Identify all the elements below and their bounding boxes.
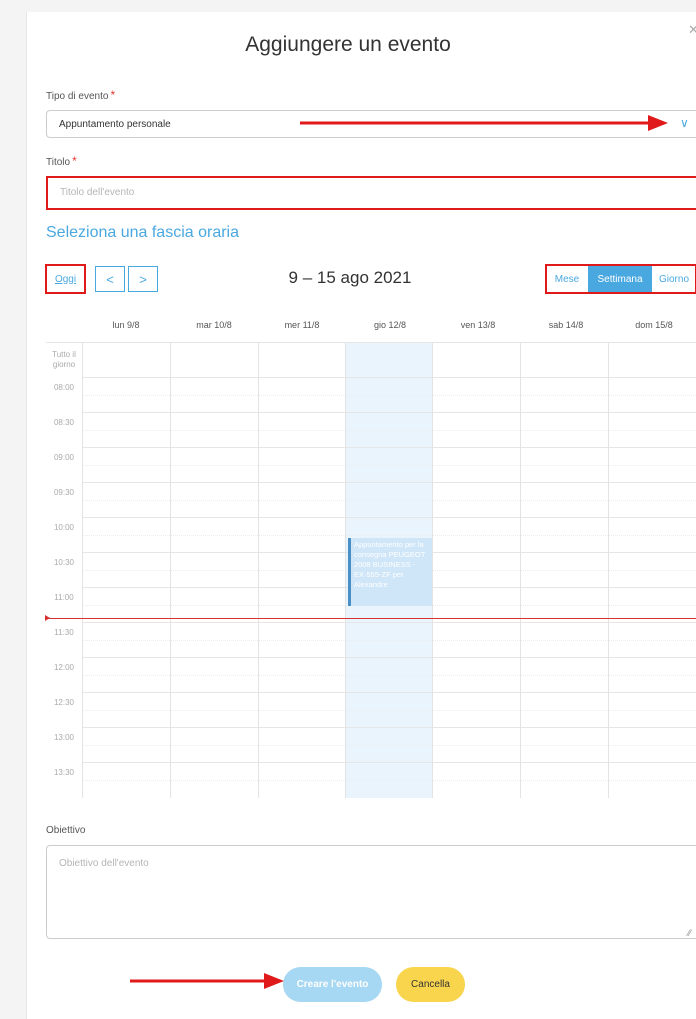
- date-range: 9 – 15 ago 2021: [288, 268, 412, 287]
- time-label: 12:00: [53, 663, 75, 672]
- time-label: 09:30: [53, 488, 75, 497]
- goal-placeholder: Obiettivo dell'evento: [59, 858, 149, 869]
- close-icon[interactable]: ✕: [688, 22, 696, 38]
- column-line: [432, 343, 433, 798]
- grid-line: [82, 675, 696, 676]
- grid-line: [82, 430, 696, 431]
- title-label-text: Titolo: [46, 157, 71, 168]
- grid-line: [82, 780, 696, 781]
- prev-week-button[interactable]: <: [95, 266, 125, 292]
- grid-line: [82, 517, 696, 518]
- time-label: 10:30: [53, 558, 75, 567]
- time-label: 10:00: [53, 523, 75, 532]
- time-label: 11:00: [54, 593, 74, 602]
- calendar-event[interactable]: Appuntamento per la consegna PEUGEOT 200…: [348, 538, 432, 606]
- day-header: lun 9/8: [112, 320, 140, 330]
- grid-line: [82, 412, 696, 413]
- chevron-down-icon[interactable]: ∨: [680, 116, 689, 130]
- next-week-button[interactable]: >: [128, 266, 158, 292]
- column-line: [608, 343, 609, 798]
- required-mark: *: [72, 154, 77, 168]
- cancel-button[interactable]: Cancella: [396, 967, 465, 1002]
- modal-title: Aggiungere un evento: [245, 33, 451, 56]
- annotation-arrow-select: [300, 115, 668, 131]
- chevron-right-icon: >: [139, 271, 147, 287]
- event-type-label: Tipo di evento *: [46, 88, 115, 102]
- grid-line: [82, 377, 696, 378]
- annotation-arrow-create: [130, 973, 284, 989]
- event-text: Appuntamento per la consegna PEUGEOT 200…: [354, 540, 426, 589]
- resize-grip-icon[interactable]: ⁄⁄: [688, 928, 691, 938]
- grid-line: [82, 395, 696, 396]
- week-calendar: lun 9/8 mar 10/8 mer 11/8 gio 12/8 ven 1…: [45, 316, 696, 798]
- grid-line: [82, 692, 696, 693]
- day-header: gio 12/8: [373, 320, 407, 330]
- time-label: 09:00: [53, 453, 75, 462]
- grid-line: [82, 657, 696, 658]
- goal-label: Obiettivo: [46, 825, 86, 836]
- day-header: mar 10/8: [196, 320, 232, 330]
- goal-textarea[interactable]: Obiettivo dell'evento: [46, 845, 696, 939]
- annotation-box-views: [545, 264, 696, 294]
- create-event-button[interactable]: Creare l'evento: [283, 967, 382, 1002]
- time-label: 08:00: [53, 383, 75, 392]
- event-type-value: Appuntamento personale: [59, 119, 171, 130]
- title-placeholder: Titolo dell'evento: [60, 187, 135, 198]
- time-label: 12:30: [53, 698, 75, 707]
- all-day-label: Tutto il giorno: [52, 350, 76, 369]
- required-mark: *: [110, 88, 116, 102]
- column-line: [520, 343, 521, 798]
- grid-line: [46, 342, 696, 343]
- grid-line: [82, 535, 696, 536]
- column-line: [170, 343, 171, 798]
- column-line: [258, 343, 259, 798]
- grid-line: [82, 710, 696, 711]
- time-label: 13:00: [53, 733, 75, 742]
- chevron-left-icon: <: [106, 271, 114, 287]
- grid-line: [82, 727, 696, 728]
- time-label: 08:30: [53, 418, 75, 427]
- grid-line: [82, 482, 696, 483]
- grid-line: [82, 745, 696, 746]
- current-time-indicator: [46, 618, 696, 619]
- grid-line: [82, 447, 696, 448]
- day-header: dom 15/8: [635, 320, 673, 330]
- time-label: 11:30: [54, 628, 74, 637]
- grid-line: [82, 640, 696, 641]
- current-time-marker: [45, 615, 50, 621]
- title-label: Titolo *: [46, 154, 77, 168]
- time-label: 13:30: [53, 768, 75, 777]
- section-heading: Seleziona una fascia oraria: [46, 224, 240, 241]
- title-input[interactable]: Titolo dell'evento: [46, 176, 696, 210]
- column-line: [345, 343, 346, 798]
- grid-line: [82, 465, 696, 466]
- grid-line: [82, 500, 696, 501]
- annotation-box-today: [45, 264, 86, 294]
- day-header: ven 13/8: [460, 320, 496, 330]
- event-type-label-text: Tipo di evento: [46, 91, 109, 102]
- grid-line: [82, 762, 696, 763]
- column-line: [82, 343, 83, 798]
- grid-line: [82, 622, 696, 623]
- day-header: mer 11/8: [284, 320, 320, 330]
- day-header: sab 14/8: [548, 320, 584, 330]
